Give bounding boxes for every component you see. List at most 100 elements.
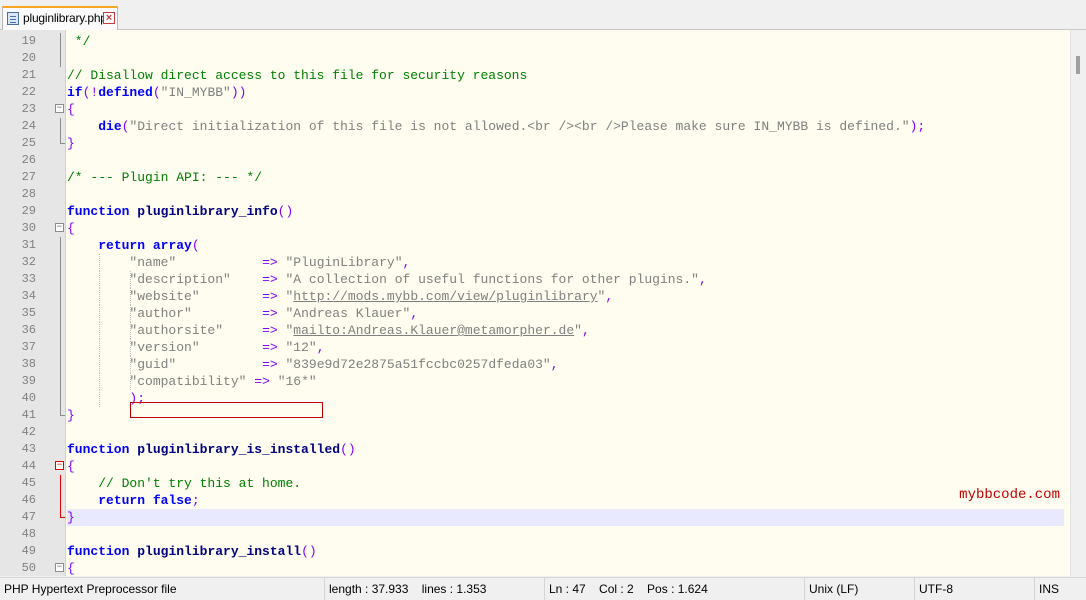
code-token: // Disallow direct access to this file f…	[67, 68, 528, 83]
vertical-scrollbar[interactable]	[1070, 30, 1086, 576]
code-token: =>	[262, 272, 278, 287]
line-code: "version" => "12",	[67, 339, 1064, 356]
code-line[interactable]: 29 function pluginlibrary_info()	[0, 203, 1070, 220]
code-line[interactable]: 47}	[0, 509, 1070, 526]
line-number: 41	[21, 408, 36, 422]
code-line[interactable]: 21 // Disallow direct access to this file…	[0, 67, 1070, 84]
line-code: if(!defined("IN_MYBB"))	[67, 84, 1064, 101]
code-editor[interactable]: 19 */20 21// Disallow direct access to th…	[0, 30, 1086, 576]
line-number: 35	[21, 306, 36, 320]
line-number: 36	[21, 323, 36, 337]
code-line[interactable]: 26	[0, 152, 1070, 169]
code-token: {	[67, 561, 75, 576]
code-line[interactable]: 32 "name" => "PluginLibrary",	[0, 254, 1070, 271]
code-line[interactable]: 24 die("Direct initialization of this fi…	[0, 118, 1070, 135]
code-token: function	[67, 204, 130, 219]
line-number: 45	[21, 476, 36, 490]
indent-guide	[130, 339, 131, 356]
status-bar: PHP Hypertext Preprocessor file length :…	[0, 577, 1086, 600]
code-token: ,	[410, 306, 419, 321]
code-line[interactable]: 19 */	[0, 33, 1070, 50]
line-code: die("Direct initialization of this file …	[67, 118, 1064, 135]
code-line[interactable]: 44 {	[0, 458, 1070, 475]
code-token: ))	[230, 85, 247, 100]
code-line[interactable]: 30 {	[0, 220, 1070, 237]
code-token: "12"	[285, 340, 317, 355]
line-code: {	[67, 101, 1064, 118]
code-line[interactable]: 28	[0, 186, 1070, 203]
code-token: {	[67, 102, 75, 117]
line-code: function pluginlibrary_install()	[67, 543, 1064, 560]
status-position: Ln : 47 Col : 2 Pos : 1.624	[544, 578, 804, 600]
code-line[interactable]: 25}	[0, 135, 1070, 152]
line-number: 43	[21, 442, 36, 456]
line-number: 46	[21, 493, 36, 507]
code-token: "authorsite"	[129, 323, 224, 338]
code-token: "IN_MYBB"	[160, 85, 231, 100]
code-line[interactable]: 33 "description" => "A collection of use…	[0, 271, 1070, 288]
code-token: "compatibility"	[129, 374, 247, 389]
code-line[interactable]: 50 {	[0, 560, 1070, 576]
line-number: 48	[21, 527, 36, 541]
line-number: 22	[21, 85, 36, 99]
scrollbar-thumb[interactable]	[1076, 56, 1080, 74]
code-token: "16*"	[277, 374, 317, 389]
tab-pluginlibrary[interactable]: pluginlibrary.php ×	[2, 6, 118, 30]
code-token: // Don't try this at home.	[98, 476, 302, 491]
code-token: if	[67, 85, 83, 100]
line-code: return false;	[67, 492, 1064, 509]
code-line[interactable]: 42	[0, 424, 1070, 441]
indent-guide	[130, 305, 131, 322]
code-line[interactable]: 38 "guid" => "839e9d72e2875a51fccbc0257d…	[0, 356, 1070, 373]
code-line[interactable]: 46 return false;	[0, 492, 1070, 509]
code-line[interactable]: 34 "website" => "http://mods.mybb.com/vi…	[0, 288, 1070, 305]
status-eol[interactable]: Unix (LF)	[804, 578, 914, 600]
code-token: {	[67, 459, 75, 474]
status-encoding[interactable]: UTF-8	[914, 578, 1034, 600]
line-code: }	[67, 509, 1064, 526]
code-token: ,	[698, 272, 707, 287]
code-token: pluginlibrary_is_installed	[137, 442, 341, 457]
code-line[interactable]: 39 "compatibility" => "16*"	[0, 373, 1070, 390]
code-token: {	[67, 221, 75, 236]
line-number: 39	[21, 374, 36, 388]
code-token: "description"	[129, 272, 231, 287]
status-insert-mode[interactable]: INS	[1034, 578, 1086, 600]
line-code: "author" => "Andreas Klauer",	[67, 305, 1064, 322]
code-line[interactable]: 31 return array(	[0, 237, 1070, 254]
code-token: "839e9d72e2875a51fccbc0257dfeda03"	[285, 357, 551, 372]
code-token: mailto:Andreas.Klauer@metamorpher.de	[293, 323, 575, 338]
line-number: 24	[21, 119, 36, 133]
code-line[interactable]: 49 function pluginlibrary_install()	[0, 543, 1070, 560]
code-line[interactable]: 22 if(!defined("IN_MYBB"))	[0, 84, 1070, 101]
line-number: 19	[21, 34, 36, 48]
code-line[interactable]: 23 {	[0, 101, 1070, 118]
close-icon[interactable]: ×	[103, 12, 115, 24]
code-line[interactable]: 35 "author" => "Andreas Klauer",	[0, 305, 1070, 322]
code-token: ,	[581, 323, 590, 338]
indent-guide	[99, 390, 100, 407]
code-line[interactable]: 43 function pluginlibrary_is_installed()	[0, 441, 1070, 458]
code-line[interactable]: 36 "authorsite" => "mailto:Andreas.Klaue…	[0, 322, 1070, 339]
tab-bar: pluginlibrary.php ×	[0, 0, 1086, 30]
code-token: function	[67, 544, 130, 559]
line-number: 23	[21, 102, 36, 116]
code-token: array	[152, 238, 192, 253]
line-code: /* --- Plugin API: --- */	[67, 169, 1064, 186]
code-token: =>	[262, 289, 278, 304]
code-token: "version"	[129, 340, 200, 355]
code-line[interactable]: 37 "version" => "12",	[0, 339, 1070, 356]
code-line[interactable]: 27 /* --- Plugin API: --- */	[0, 169, 1070, 186]
code-line[interactable]: 48	[0, 526, 1070, 543]
line-code: "description" => "A collection of useful…	[67, 271, 1064, 288]
code-token: =>	[262, 340, 278, 355]
code-line[interactable]: 45 // Don't try this at home.	[0, 475, 1070, 492]
code-token: pluginlibrary_info	[137, 204, 278, 219]
line-code: function pluginlibrary_is_installed()	[67, 441, 1064, 458]
code-line[interactable]: 20	[0, 50, 1070, 67]
indent-guide	[130, 288, 131, 305]
